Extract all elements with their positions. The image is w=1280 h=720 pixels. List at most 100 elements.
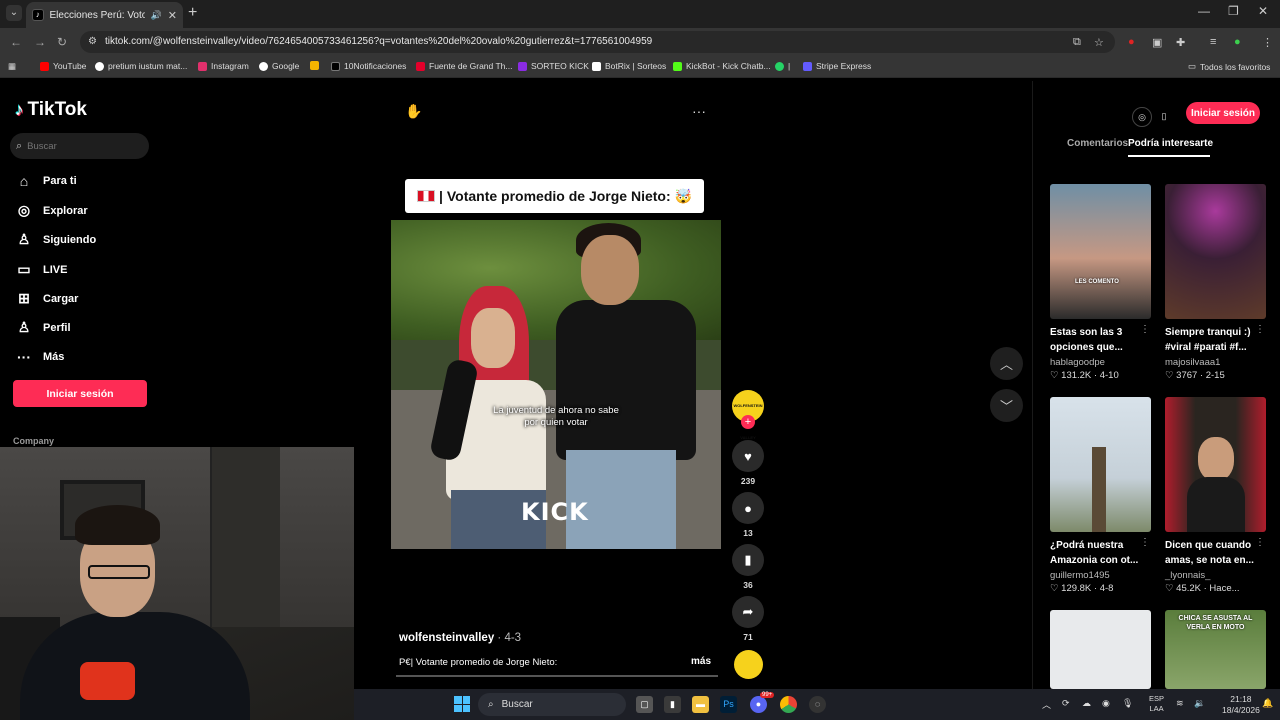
- back-icon[interactable]: ←: [10, 35, 22, 49]
- bookmark-whatsapp[interactable]: |: [775, 61, 790, 71]
- puzzle-icon[interactable]: ✚: [1176, 36, 1185, 49]
- restore-icon[interactable]: ❐: [1228, 4, 1239, 18]
- video-thumbnail[interactable]: [1165, 184, 1266, 319]
- microphone-icon[interactable]: 🎙: [1122, 698, 1133, 709]
- profile-avatar-icon[interactable]: ●: [1234, 36, 1241, 48]
- tab-search-button[interactable]: ⌄: [6, 5, 22, 21]
- video-author[interactable]: wolfensteinvalley · 4-3: [399, 632, 521, 644]
- volume-icon[interactable]: ✋: [405, 103, 422, 120]
- like-button[interactable]: ♥: [732, 440, 764, 472]
- suggested-video-card[interactable]: Siempre tranqui :) #viral #parati #f... …: [1165, 184, 1266, 381]
- more-link[interactable]: más: [691, 656, 711, 667]
- notifications-icon[interactable]: 🔔: [1262, 698, 1273, 709]
- video-player[interactable]: La juventud de ahora no sabe por quien v…: [391, 220, 721, 549]
- video-progress-bar[interactable]: [396, 675, 718, 677]
- task-view-icon[interactable]: ▢: [636, 696, 653, 713]
- nav-cargar[interactable]: ⊞ Cargar: [16, 290, 78, 307]
- bookmark-instagram[interactable]: Instagram: [198, 61, 249, 71]
- address-bar[interactable]: ⚙ tiktok.com/@wolfensteinvalley/video/76…: [80, 31, 1115, 53]
- menu-kebab-icon[interactable]: ⋮: [1262, 36, 1273, 49]
- language-indicator[interactable]: ESP LAA: [1149, 694, 1164, 714]
- windows-start-icon[interactable]: [454, 696, 470, 712]
- bookmark-gta[interactable]: Fuente de Grand Th...: [416, 61, 512, 71]
- compass-icon[interactable]: ◎: [1132, 107, 1152, 127]
- card-menu-icon[interactable]: ⋮: [1255, 324, 1265, 335]
- bookmark-x[interactable]: 10Notificaciones: [331, 61, 406, 71]
- suggested-video-card[interactable]: LES COMENTO Estas son las 3 opciones que…: [1050, 184, 1151, 381]
- apps-grid-icon[interactable]: ▦: [8, 61, 16, 72]
- bookmark-pinwheel[interactable]: [310, 61, 319, 70]
- nav-siguiendo[interactable]: ♙ Siguiendo: [16, 231, 96, 248]
- site-info-icon[interactable]: ⚙: [88, 36, 97, 47]
- nav-explorar[interactable]: ◎ Explorar: [16, 202, 88, 219]
- suggested-video-card[interactable]: Dicen que cuando amas, se nota en... ⋮ _…: [1165, 397, 1266, 594]
- suggested-video-card[interactable]: CHICA SE ASUSTA AL VERLA EN MOTO: [1165, 610, 1266, 689]
- nav-live[interactable]: ▭ LIVE: [16, 261, 67, 278]
- login-button[interactable]: Iniciar sesión: [13, 380, 147, 407]
- speaker-icon[interactable]: 🔊: [151, 10, 162, 21]
- taskbar-search[interactable]: ⌕ Buscar: [478, 693, 626, 716]
- bookmark-sorteo-kick[interactable]: SORTEO KICK: [518, 61, 589, 71]
- bookmark-youtube[interactable]: YouTube: [40, 61, 86, 71]
- previous-video-button[interactable]: ︿: [990, 347, 1023, 380]
- new-tab-button[interactable]: +: [188, 4, 197, 22]
- nav-para-ti[interactable]: ⌂ Para ti: [16, 173, 77, 189]
- video-thumbnail[interactable]: LES COMENTO: [1050, 184, 1151, 319]
- phone-icon[interactable]: ▯: [1154, 107, 1174, 127]
- card-user[interactable]: hablagoodpe: [1050, 357, 1151, 368]
- system-clock[interactable]: 21:18 18/4/2026: [1222, 694, 1260, 716]
- card-caption[interactable]: Estas son las 3 opciones que...: [1050, 325, 1142, 355]
- company-link[interactable]: Company: [13, 436, 54, 446]
- app-icon[interactable]: ▮: [664, 696, 681, 713]
- video-thumbnail[interactable]: [1050, 610, 1151, 689]
- video-thumbnail[interactable]: [1165, 397, 1266, 532]
- tray-expand-icon[interactable]: ︿: [1042, 698, 1051, 711]
- close-tab-icon[interactable]: ✕: [168, 9, 177, 22]
- tray-icon[interactable]: ⟳: [1062, 698, 1070, 709]
- bookmark-google[interactable]: Google: [259, 61, 299, 71]
- card-caption[interactable]: Dicen que cuando amas, se nota en...: [1165, 538, 1257, 568]
- extension-icon[interactable]: ●: [1128, 36, 1135, 48]
- discord-icon[interactable]: ●: [750, 696, 767, 713]
- volume-icon[interactable]: 🔉: [1194, 698, 1205, 709]
- install-icon[interactable]: ⧉: [1073, 36, 1081, 49]
- comment-button[interactable]: ●: [732, 492, 764, 524]
- search-input[interactable]: [27, 140, 138, 152]
- next-video-button[interactable]: ﹀: [990, 389, 1023, 422]
- bookmark-star-icon[interactable]: ☆: [1094, 36, 1104, 49]
- tray-icon[interactable]: ☁: [1082, 698, 1091, 709]
- card-user[interactable]: majosilvaaa1: [1165, 357, 1266, 368]
- url-text[interactable]: tiktok.com/@wolfensteinvalley/video/7624…: [105, 36, 652, 47]
- video-thumbnail[interactable]: CHICA SE ASUSTA AL VERLA EN MOTO: [1165, 610, 1266, 689]
- photoshop-icon[interactable]: Ps: [720, 696, 737, 713]
- author-name[interactable]: wolfensteinvalley: [399, 632, 494, 644]
- media-icon[interactable]: ≡: [1210, 36, 1216, 48]
- bookmark-pretium[interactable]: pretium iustum mat...: [95, 61, 187, 71]
- sound-avatar[interactable]: [734, 650, 763, 679]
- tray-icon[interactable]: ◉: [1102, 698, 1110, 709]
- card-menu-icon[interactable]: ⋮: [1140, 537, 1150, 548]
- tiktok-logo[interactable]: ♪ TikTok: [15, 99, 87, 121]
- bookmark-stripe[interactable]: Stripe Express: [803, 61, 871, 71]
- nav-mas[interactable]: ··· Más: [16, 349, 64, 365]
- browser-tab[interactable]: ♪ Elecciones Perú: Voto por J 🔊 ✕: [26, 2, 183, 28]
- share-button[interactable]: ➦: [732, 596, 764, 628]
- bookmark-kickbot[interactable]: KickBot - Kick Chatb...: [673, 61, 771, 71]
- bookmark-botrix[interactable]: BotRix | Sorteos: [592, 61, 666, 71]
- card-caption[interactable]: ¿Podrá nuestra Amazonia con ot...: [1050, 538, 1142, 568]
- card-user[interactable]: _lyonnais_: [1165, 570, 1266, 581]
- close-window-icon[interactable]: ✕: [1258, 4, 1268, 18]
- suggested-video-card[interactable]: [1050, 610, 1151, 689]
- reload-icon[interactable]: ↻: [57, 35, 67, 49]
- forward-icon[interactable]: →: [34, 35, 46, 49]
- card-user[interactable]: guillermo1495: [1050, 570, 1151, 581]
- right-login-button[interactable]: Iniciar sesión: [1186, 102, 1260, 124]
- app-icon[interactable]: ◌: [809, 696, 826, 713]
- video-thumbnail[interactable]: [1050, 397, 1151, 532]
- save-button[interactable]: ▮: [732, 544, 764, 576]
- card-menu-icon[interactable]: ⋮: [1140, 324, 1150, 335]
- minimize-icon[interactable]: —: [1198, 4, 1210, 18]
- wifi-icon[interactable]: ≋: [1176, 698, 1184, 709]
- follow-plus-button[interactable]: +: [741, 415, 755, 429]
- tab-suggested[interactable]: Podría interesarte: [1128, 138, 1213, 149]
